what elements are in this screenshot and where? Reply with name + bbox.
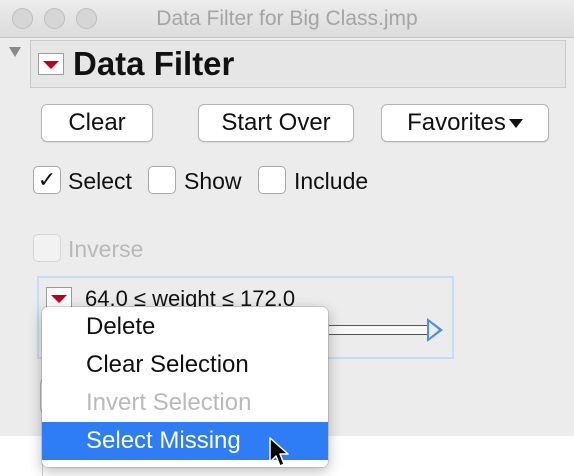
- page-title: Data Filter: [73, 45, 235, 82]
- outline-disclosure-icon[interactable]: [9, 47, 21, 57]
- show-checkbox[interactable]: [148, 166, 176, 194]
- filter-red-triangle-icon[interactable]: [46, 287, 72, 309]
- clear-button[interactable]: Clear: [41, 104, 153, 142]
- show-label: Show: [184, 168, 242, 194]
- slider-handle-fill: [429, 322, 439, 338]
- inverse-checkbox[interactable]: [33, 234, 61, 262]
- select-label: Select: [68, 168, 132, 194]
- red-triangle-menu-icon[interactable]: [38, 53, 64, 75]
- chevron-down-icon: [508, 118, 523, 128]
- favorites-button[interactable]: Favorites: [381, 104, 549, 142]
- inverse-label: Inverse: [68, 236, 144, 262]
- mouse-cursor-icon: [269, 437, 289, 467]
- include-label: Include: [294, 168, 369, 194]
- menu-item-invert-selection: Invert Selection: [86, 389, 252, 416]
- range-slider[interactable]: [329, 325, 429, 335]
- menu-item-delete[interactable]: Delete: [42, 308, 328, 346]
- window-title: Data Filter for Big Class.jmp: [156, 7, 418, 30]
- favorites-label: Favorites: [407, 109, 506, 136]
- start-over-button[interactable]: Start Over: [198, 104, 354, 142]
- menu-item-clear-selection[interactable]: Clear Selection: [42, 346, 328, 384]
- select-checkbox[interactable]: ✓: [33, 166, 61, 194]
- data-filter-header: Data Filter: [30, 40, 566, 88]
- title-bar: Data Filter for Big Class.jmp: [0, 0, 574, 38]
- include-checkbox[interactable]: [258, 166, 286, 194]
